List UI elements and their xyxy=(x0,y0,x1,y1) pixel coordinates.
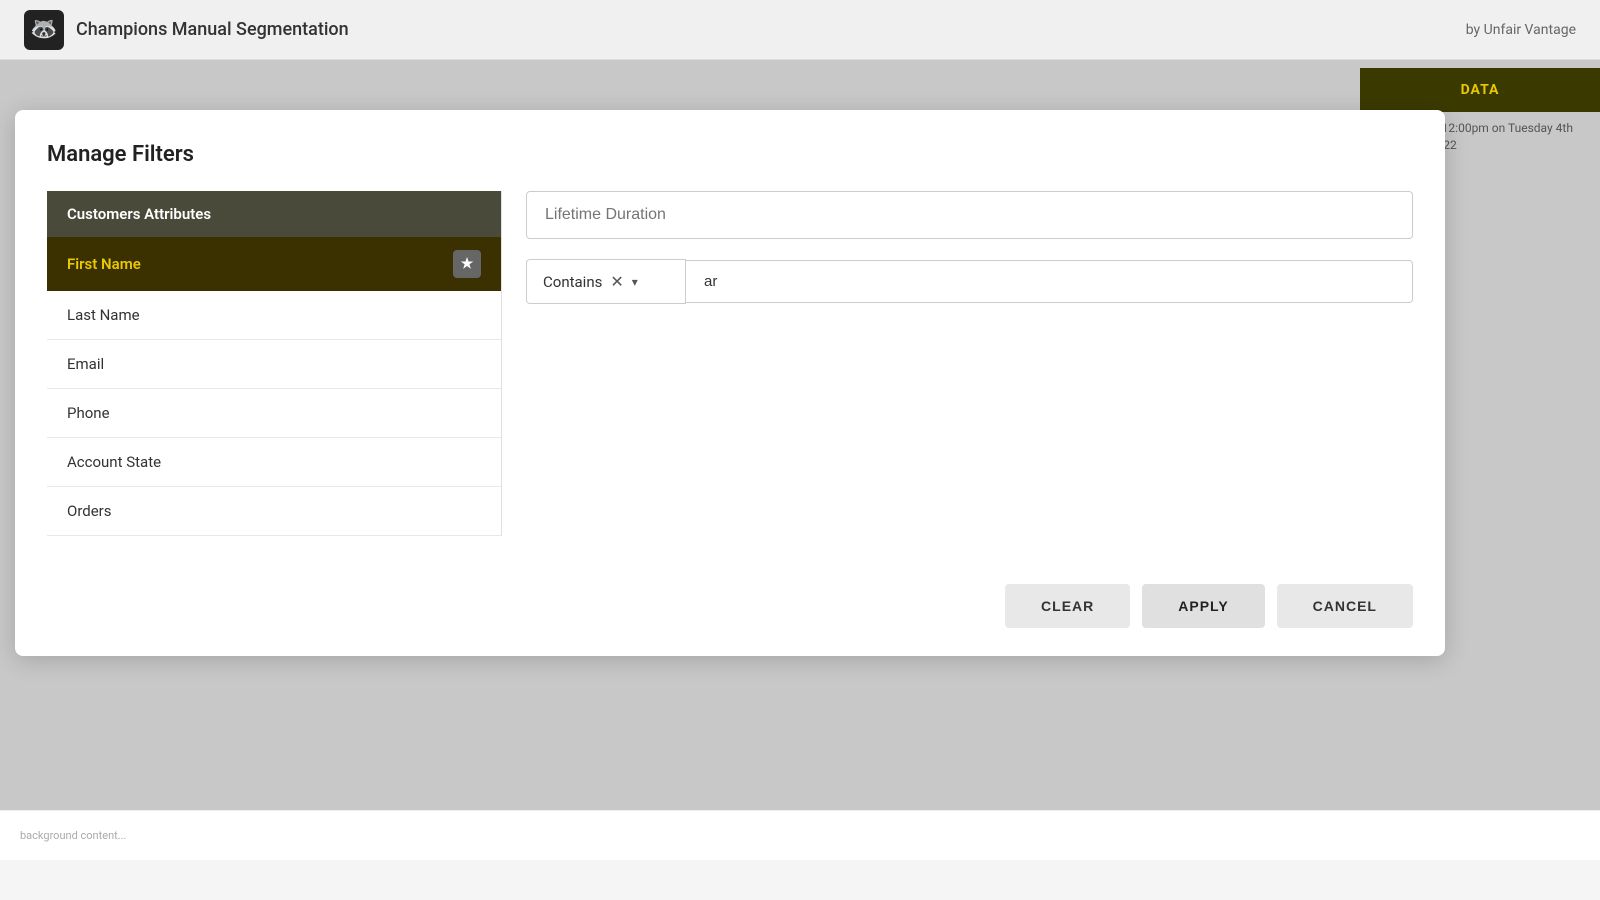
bg-table-row: background content... xyxy=(0,810,1600,860)
sidebar-item-email[interactable]: Email xyxy=(47,340,501,389)
condition-label: Contains xyxy=(543,273,602,291)
clear-condition-icon[interactable]: ✕ xyxy=(610,272,623,291)
modal-title: Manage Filters xyxy=(47,142,1413,167)
filter-area: Contains ✕ ▾ xyxy=(502,191,1413,536)
sidebar-item-account-state[interactable]: Account State xyxy=(47,438,501,487)
background-table: background content... xyxy=(0,810,1600,900)
modal-footer: CLEAR APPLY CANCEL xyxy=(47,568,1413,628)
filter-title-input[interactable] xyxy=(526,191,1413,239)
manage-filters-modal: Manage Filters Customers Attributes Firs… xyxy=(15,110,1445,656)
sidebar-item-first-name[interactable]: First Name ★ xyxy=(47,237,501,291)
byline: by Unfair Vantage xyxy=(1466,22,1576,38)
app-title: Champions Manual Segmentation xyxy=(76,19,349,40)
modal-body: Customers Attributes First Name ★ Last N… xyxy=(47,191,1413,536)
sidebar-item-phone[interactable]: Phone xyxy=(47,389,501,438)
filter-condition-row: Contains ✕ ▾ xyxy=(526,259,1413,304)
cancel-button[interactable]: CANCEL xyxy=(1277,584,1413,628)
clear-button[interactable]: CLEAR xyxy=(1005,584,1130,628)
sidebar-item-orders[interactable]: Orders xyxy=(47,487,501,536)
top-bar: 🦝 Champions Manual Segmentation by Unfai… xyxy=(0,0,1600,60)
sidebar-group-header: Customers Attributes xyxy=(47,191,501,237)
condition-select[interactable]: Contains ✕ ▾ xyxy=(526,259,686,304)
filter-sidebar: Customers Attributes First Name ★ Last N… xyxy=(47,191,502,536)
chevron-down-icon: ▾ xyxy=(632,275,638,289)
data-button[interactable]: DATA xyxy=(1360,68,1600,112)
apply-button[interactable]: APPLY xyxy=(1142,584,1264,628)
app-branding: 🦝 Champions Manual Segmentation xyxy=(24,10,349,50)
filter-value-input[interactable] xyxy=(686,260,1413,303)
sidebar-item-active-label: First Name xyxy=(67,255,141,273)
star-icon: ★ xyxy=(453,250,481,278)
logo-icon: 🦝 xyxy=(24,10,64,50)
sidebar-item-last-name[interactable]: Last Name xyxy=(47,291,501,340)
